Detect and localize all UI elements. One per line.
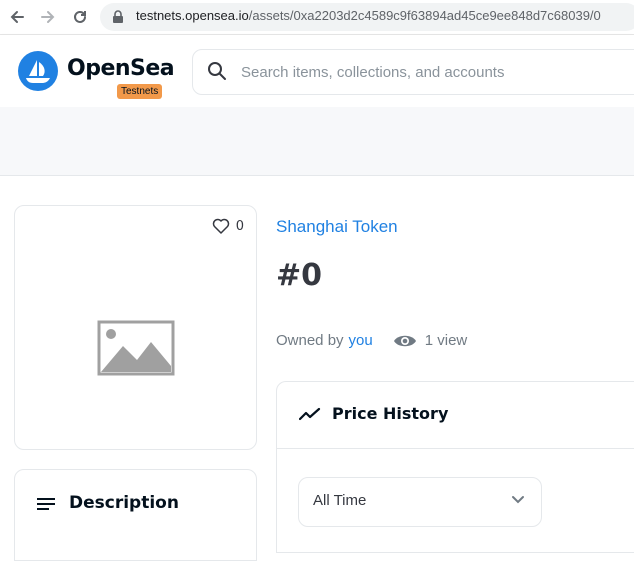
search-input[interactable] xyxy=(239,60,623,84)
reload-button[interactable] xyxy=(69,6,91,28)
owned-by-label: Owned by xyxy=(276,332,344,349)
time-range-select[interactable]: All Time xyxy=(298,477,542,527)
forward-button[interactable] xyxy=(37,6,59,28)
subject-icon xyxy=(37,498,55,510)
asset-image-card: 0 xyxy=(14,205,257,450)
opensea-logo-icon[interactable] xyxy=(18,51,58,91)
favorite-count: 0 xyxy=(235,218,244,234)
reload-icon xyxy=(74,10,86,23)
url-host: testnets.opensea.io xyxy=(136,8,249,23)
url-text: testnets.opensea.io/assets/0xa2203d2c458… xyxy=(136,8,601,23)
favorite-button[interactable]: 0 xyxy=(212,218,244,234)
view-count-text: 1 view xyxy=(424,332,468,349)
search-box[interactable] xyxy=(192,49,634,95)
browser-toolbar: testnets.opensea.io/assets/0xa2203d2c458… xyxy=(0,0,634,35)
owner-row: Owned by you 1 view xyxy=(276,332,467,349)
arrow-right-icon xyxy=(41,11,55,23)
description-title: Description xyxy=(69,493,179,513)
search-icon xyxy=(208,62,226,80)
page-banner xyxy=(0,107,634,176)
url-path: /assets/0xa2203d2c4589c9f63894ad45ce9ee8… xyxy=(248,8,601,23)
testnets-badge: Testnets xyxy=(117,84,163,99)
price-history-header[interactable]: Price History xyxy=(277,382,634,449)
owner-link[interactable]: you xyxy=(349,332,373,349)
eye-icon xyxy=(393,335,416,346)
site-header: OpenSea Testnets xyxy=(0,35,634,107)
back-button[interactable] xyxy=(6,6,28,28)
heart-icon xyxy=(212,218,229,234)
lock-icon xyxy=(113,10,123,23)
view-count: 1 view xyxy=(393,332,468,349)
description-panel[interactable]: Description xyxy=(14,469,257,561)
address-bar[interactable]: testnets.opensea.io/assets/0xa2203d2c458… xyxy=(100,3,634,31)
arrow-left-icon xyxy=(10,11,24,23)
brand-name[interactable]: OpenSea xyxy=(67,56,175,81)
price-history-title: Price History xyxy=(332,404,449,423)
trending-icon xyxy=(299,407,321,421)
price-history-panel: Price History All Time xyxy=(276,381,634,553)
collection-link[interactable]: Shanghai Token xyxy=(276,217,398,237)
image-placeholder-icon xyxy=(97,320,175,376)
chevron-down-icon xyxy=(512,496,524,504)
asset-title: #0 xyxy=(276,258,323,293)
time-range-value: All Time xyxy=(313,492,367,509)
